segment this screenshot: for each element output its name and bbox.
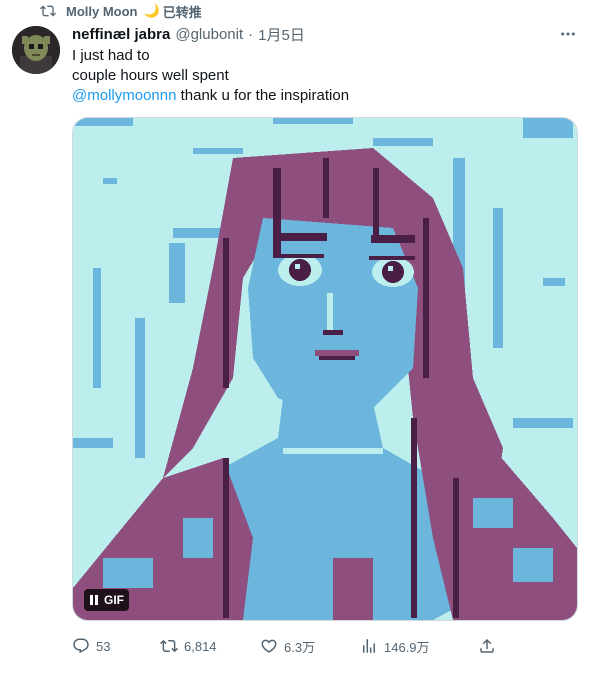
separator-dot: · <box>248 25 254 43</box>
tweet-line: couple hours well spent <box>72 67 229 84</box>
tweet-header: neffinæl jabra @glubonit · 1月5日 <box>72 24 305 44</box>
gif-badge[interactable]: GIF <box>84 589 129 611</box>
pause-icon[interactable] <box>89 595 102 605</box>
retweeted-label: 已转推 <box>162 4 202 20</box>
gif-media[interactable]: GIF <box>72 117 578 621</box>
views-button[interactable]: 146.9万 <box>360 637 430 656</box>
retweeter-name[interactable]: Molly Moon <box>66 4 138 19</box>
share-button[interactable] <box>478 637 496 655</box>
like-count: 6.3万 <box>284 639 316 655</box>
view-count: 146.9万 <box>384 639 430 655</box>
analytics-icon <box>363 639 375 653</box>
retweet-context[interactable]: Molly Moon 🌙 已转推 <box>40 2 202 20</box>
retweet-action-icon <box>160 639 178 653</box>
pixel-art-portrait <box>73 118 577 620</box>
gif-label: GIF <box>104 593 124 607</box>
author-handle[interactable]: @glubonit <box>175 26 243 43</box>
retweet-icon <box>40 2 60 20</box>
tweet-actions: 53 6,814 6.3万 146.9万 <box>72 634 502 658</box>
mention-rest-text: thank u for the inspiration <box>176 87 350 104</box>
retweet-count: 6,814 <box>184 638 217 654</box>
moon-emoji-icon: 🌙 <box>143 3 160 18</box>
reply-icon <box>73 638 89 654</box>
retweet-button[interactable]: 6,814 <box>160 637 217 655</box>
share-icon <box>480 638 494 653</box>
author-name[interactable]: neffinæl jabra <box>72 26 170 43</box>
mention-link[interactable]: @mollymoonnn <box>72 87 176 104</box>
reply-button[interactable]: 53 <box>72 637 110 655</box>
tweet-line-mention: @mollymoonnn thank u for the inspiration <box>72 86 349 106</box>
more-options-icon[interactable] <box>557 24 579 44</box>
like-button[interactable]: 6.3万 <box>260 637 315 656</box>
heart-icon <box>261 639 277 653</box>
avatar[interactable] <box>12 26 60 74</box>
tweet-line: I just had to <box>72 47 150 64</box>
tweet-date[interactable]: 1月5日 <box>258 24 305 45</box>
reply-count: 53 <box>96 638 111 654</box>
tweet-text: I just had to couple hours well spent @m… <box>72 46 349 106</box>
